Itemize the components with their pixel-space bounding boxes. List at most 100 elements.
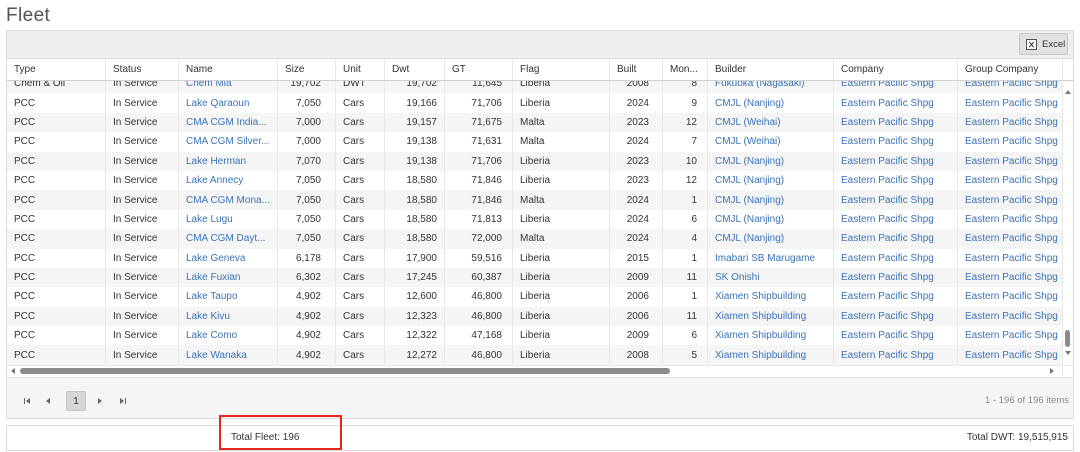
group-company-link[interactable]: Eastern Pacific Shpg xyxy=(965,272,1058,283)
name-link[interactable]: Lake Kivu xyxy=(186,311,230,322)
company-link[interactable]: Eastern Pacific Shpg xyxy=(841,136,934,147)
builder-link[interactable]: Xiamen Shipbuilding xyxy=(715,330,806,341)
name-link[interactable]: Lake Taupo xyxy=(186,291,238,302)
name-link[interactable]: Lake Wanaka xyxy=(186,350,247,361)
name-link[interactable]: CMA CGM India... xyxy=(186,117,267,128)
name-link[interactable]: Lake Como xyxy=(186,330,237,341)
grid-content[interactable]: Chem & Oil In Service Chem Mia 19,702 DWT 19,… xyxy=(7,81,1062,365)
vertical-scrollbar[interactable] xyxy=(1062,81,1073,365)
name-link[interactable]: Lake Fuxian xyxy=(186,272,240,283)
group-company-link[interactable]: Eastern Pacific Shpg xyxy=(965,136,1058,147)
company-link[interactable]: Eastern Pacific Shpg xyxy=(841,330,934,341)
scroll-right-arrow-icon[interactable] xyxy=(1050,368,1054,374)
name-link[interactable]: Lake Herman xyxy=(186,156,246,167)
group-company-link[interactable]: Eastern Pacific Shpg xyxy=(965,350,1058,361)
builder-link[interactable]: Xiamen Shipbuilding xyxy=(715,291,806,302)
builder-link[interactable]: CMJL (Weihai) xyxy=(715,117,781,128)
group-company-link[interactable]: Eastern Pacific Shpg xyxy=(965,175,1058,186)
table-row[interactable]: PCC In Service CMA CGM Silver... 7,000 Cars 1… xyxy=(7,132,1062,152)
name-link[interactable]: CMA CGM Mona... xyxy=(186,195,270,206)
table-row[interactable]: PCC In Service CMA CGM India... 7,000 Cars 19… xyxy=(7,112,1062,133)
name-link[interactable]: Lake Annecy xyxy=(186,175,243,186)
column-header-builder[interactable]: Builder xyxy=(707,59,833,80)
name-link[interactable]: Chem Mia xyxy=(186,81,232,89)
name-link[interactable]: CMA CGM Dayt... xyxy=(186,233,265,244)
table-row[interactable]: PCC In Service Lake Como 4,902 Cars 12,322 47,… xyxy=(7,326,1062,346)
column-header-dwt[interactable]: Dwt xyxy=(384,59,444,80)
builder-link[interactable]: CMJL (Nanjing) xyxy=(715,156,784,167)
builder-link[interactable]: CMJL (Nanjing) xyxy=(715,98,784,109)
column-header-flag[interactable]: Flag xyxy=(512,59,609,80)
table-row[interactable]: Chem & Oil In Service Chem Mia 19,702 DWT 19,… xyxy=(7,81,1062,94)
builder-link[interactable]: CMJL (Nanjing) xyxy=(715,195,784,206)
builder-link[interactable]: Xiamen Shipbuilding xyxy=(715,350,806,361)
column-header-company[interactable]: Company xyxy=(833,59,957,80)
column-header-gt[interactable]: GT xyxy=(444,59,512,80)
column-header-built[interactable]: Built xyxy=(609,59,662,80)
group-company-link[interactable]: Eastern Pacific Shpg xyxy=(965,98,1058,109)
group-company-link[interactable]: Eastern Pacific Shpg xyxy=(965,214,1058,225)
company-link[interactable]: Eastern Pacific Shpg xyxy=(841,311,934,322)
first-page-button[interactable] xyxy=(20,391,32,411)
scroll-left-arrow-icon[interactable] xyxy=(11,368,15,374)
company-link[interactable]: Eastern Pacific Shpg xyxy=(841,350,934,361)
horizontal-scrollbar[interactable] xyxy=(7,365,1062,377)
column-header-name[interactable]: Name xyxy=(178,59,277,80)
name-link[interactable]: Lake Lugu xyxy=(186,214,233,225)
table-row[interactable]: PCC In Service Lake Geneva 6,178 Cars 17,900 5… xyxy=(7,248,1062,268)
table-row[interactable]: PCC In Service Lake Herman 7,070 Cars 19,138 7… xyxy=(7,151,1062,171)
group-company-link[interactable]: Eastern Pacific Shpg xyxy=(965,117,1058,128)
column-header-months[interactable]: Mon... xyxy=(662,59,707,80)
builder-link[interactable]: CMJL (Nanjing) xyxy=(715,214,784,225)
builder-link[interactable]: Imabari SB Marugame xyxy=(715,253,815,264)
table-row[interactable]: PCC In Service Lake Fuxian 6,302 Cars 17,245 6… xyxy=(7,267,1062,288)
name-link[interactable]: Lake Qaraoun xyxy=(186,98,249,109)
horizontal-scroll-thumb[interactable] xyxy=(20,368,670,374)
company-link[interactable]: Eastern Pacific Shpg xyxy=(841,253,934,264)
builder-link[interactable]: CMJL (Weihai) xyxy=(715,136,781,147)
builder-link[interactable]: SK Onishi xyxy=(715,272,759,283)
next-page-button[interactable] xyxy=(94,391,106,411)
builder-link[interactable]: CMJL (Nanjing) xyxy=(715,175,784,186)
table-row[interactable]: PCC In Service CMA CGM Dayt... 7,050 Cars 18,… xyxy=(7,229,1062,249)
group-company-link[interactable]: Eastern Pacific Shpg xyxy=(965,253,1058,264)
column-header-status[interactable]: Status xyxy=(105,59,178,80)
company-link[interactable]: Eastern Pacific Shpg xyxy=(841,156,934,167)
company-link[interactable]: Eastern Pacific Shpg xyxy=(841,195,934,206)
company-link[interactable]: Eastern Pacific Shpg xyxy=(841,98,934,109)
table-row[interactable]: PCC In Service Lake Qaraoun 7,050 Cars 19,166… xyxy=(7,93,1062,113)
table-row[interactable]: PCC In Service Lake Wanaka 4,902 Cars 12,272 4… xyxy=(7,345,1062,365)
builder-link[interactable]: CMJL (Nanjing) xyxy=(715,233,784,244)
group-company-link[interactable]: Eastern Pacific Shpg xyxy=(965,195,1058,206)
column-header-group-company[interactable]: Group Company xyxy=(957,59,1062,80)
group-company-link[interactable]: Eastern Pacific Shpg xyxy=(965,81,1058,89)
group-company-link[interactable]: Eastern Pacific Shpg xyxy=(965,311,1058,322)
current-page-button[interactable]: 1 xyxy=(66,391,86,411)
name-link[interactable]: Lake Geneva xyxy=(186,253,246,264)
group-company-link[interactable]: Eastern Pacific Shpg xyxy=(965,330,1058,341)
company-link[interactable]: Eastern Pacific Shpg xyxy=(841,81,934,89)
company-link[interactable]: Eastern Pacific Shpg xyxy=(841,117,934,128)
name-link[interactable]: CMA CGM Silver... xyxy=(186,136,269,147)
table-row[interactable]: PCC In Service CMA CGM Mona... 7,050 Cars 18,… xyxy=(7,190,1062,210)
excel-export-button[interactable]: Excel xyxy=(1019,33,1068,55)
table-row[interactable]: PCC In Service Lake Kivu 4,902 Cars 12,323 46,… xyxy=(7,306,1062,327)
company-link[interactable]: Eastern Pacific Shpg xyxy=(841,214,934,225)
company-link[interactable]: Eastern Pacific Shpg xyxy=(841,233,934,244)
company-link[interactable]: Eastern Pacific Shpg xyxy=(841,291,934,302)
scroll-up-arrow-icon[interactable] xyxy=(1065,90,1071,94)
column-header-size[interactable]: Size xyxy=(277,59,335,80)
company-link[interactable]: Eastern Pacific Shpg xyxy=(841,272,934,283)
group-company-link[interactable]: Eastern Pacific Shpg xyxy=(965,233,1058,244)
company-link[interactable]: Eastern Pacific Shpg xyxy=(841,175,934,186)
previous-page-button[interactable] xyxy=(42,391,54,411)
group-company-link[interactable]: Eastern Pacific Shpg xyxy=(965,156,1058,167)
builder-link[interactable]: Fukuoka (Nagasaki) xyxy=(715,81,804,89)
table-row[interactable]: PCC In Service Lake Taupo 4,902 Cars 12,600 46… xyxy=(7,287,1062,307)
vertical-scroll-thumb[interactable] xyxy=(1065,330,1070,347)
table-row[interactable]: PCC In Service Lake Lugu 7,050 Cars 18,580 71,… xyxy=(7,209,1062,230)
builder-link[interactable]: Xiamen Shipbuilding xyxy=(715,311,806,322)
group-company-link[interactable]: Eastern Pacific Shpg xyxy=(965,291,1058,302)
column-header-unit[interactable]: Unit xyxy=(335,59,384,80)
scroll-down-arrow-icon[interactable] xyxy=(1065,351,1071,355)
